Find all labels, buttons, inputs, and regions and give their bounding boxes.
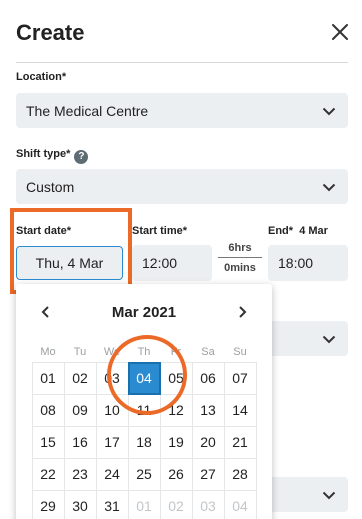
calendar-day[interactable]: 31 xyxy=(95,489,129,519)
calendar-day[interactable]: 07 xyxy=(223,361,257,395)
start-date-input[interactable]: Thu, 4 Mar xyxy=(16,246,123,280)
weekday-label: Su xyxy=(233,346,247,358)
end-date: 4 Mar xyxy=(299,225,328,237)
header-divider xyxy=(16,62,348,63)
duration-hours: 6hrs xyxy=(218,242,262,258)
end-label-text: End* xyxy=(268,225,294,237)
calendar-day[interactable]: 03 xyxy=(95,361,129,395)
shift-type-value: Custom xyxy=(26,178,75,195)
calendar-day[interactable]: 14 xyxy=(223,393,257,427)
chevron-right-icon[interactable] xyxy=(234,304,250,320)
weekday-label: Sa xyxy=(201,346,215,358)
hidden-select-1[interactable] xyxy=(262,321,348,356)
start-time-input[interactable]: 12:00 xyxy=(132,245,212,281)
shift-duration: 6hrs 0mins xyxy=(218,242,262,274)
calendar-day[interactable]: 28 xyxy=(223,457,257,491)
calendar-day[interactable]: 19 xyxy=(159,425,193,459)
calendar-day[interactable]: 02 xyxy=(63,361,97,395)
calendar-day[interactable]: 18 xyxy=(127,425,161,459)
calendar-day[interactable]: 02 xyxy=(159,489,193,519)
calendar-day[interactable]: 10 xyxy=(95,393,129,427)
help-icon[interactable]: ? xyxy=(74,150,89,164)
end-time-value: 18:00 xyxy=(278,255,314,271)
close-icon[interactable] xyxy=(330,22,350,42)
shift-type-label: Shift type*? xyxy=(16,148,89,164)
calendar-day[interactable]: 16 xyxy=(63,425,97,459)
chevron-down-icon xyxy=(322,335,336,343)
calendar-day[interactable]: 13 xyxy=(191,393,225,427)
shift-type-select[interactable]: Custom xyxy=(16,169,348,204)
duration-mins: 0mins xyxy=(224,262,256,274)
weekday-label: Mo xyxy=(40,346,56,358)
weekday-label: Tu xyxy=(73,346,87,358)
calendar-day[interactable]: 06 xyxy=(191,361,225,395)
chevron-down-icon xyxy=(322,183,336,191)
end-time-input[interactable]: 18:00 xyxy=(268,245,348,281)
calendar-day[interactable]: 05 xyxy=(159,361,193,395)
calendar-day[interactable]: 03 xyxy=(191,489,225,519)
calendar-day[interactable]: 01 xyxy=(31,361,65,395)
calendar-day[interactable]: 30 xyxy=(63,489,97,519)
start-time-label: Start time* xyxy=(132,225,188,237)
calendar-day[interactable]: 17 xyxy=(95,425,129,459)
calendar-day[interactable]: 08 xyxy=(31,393,65,427)
calendar-day[interactable]: 23 xyxy=(63,457,97,491)
calendar-day[interactable]: 25 xyxy=(127,457,161,491)
calendar-day[interactable]: 15 xyxy=(31,425,65,459)
calendar-day[interactable]: 04 xyxy=(223,489,257,519)
calendar-day[interactable]: 11 xyxy=(127,393,161,427)
calendar-day[interactable]: 09 xyxy=(63,393,97,427)
calendar-day[interactable]: 22 xyxy=(31,457,65,491)
location-label: Location* xyxy=(16,71,67,83)
weekday-label: Th xyxy=(137,346,151,358)
calendar-day[interactable]: 27 xyxy=(191,457,225,491)
location-select[interactable]: The Medical Centre xyxy=(16,93,348,128)
hidden-select-2[interactable] xyxy=(262,477,348,512)
weekday-label: Fr xyxy=(170,346,182,358)
weekday-label: We xyxy=(103,346,121,358)
calendar-day[interactable]: 20 xyxy=(191,425,225,459)
weekday-header: Mo Tu We Th Fr Sa Su xyxy=(32,346,256,358)
calendar-day[interactable]: 01 xyxy=(127,489,161,519)
date-picker-popup: Mar 2021 Mo Tu We Th Fr Sa Su 01 02 03 04 05 06 07 08… xyxy=(16,284,272,519)
calendar-day-selected[interactable]: 04 xyxy=(127,361,161,395)
calendar-day[interactable]: 12 xyxy=(159,393,193,427)
chevron-down-icon xyxy=(322,107,336,115)
end-label: End* 4 Mar xyxy=(268,225,328,237)
calendar-grid: 01 02 03 04 05 06 07 08 09 10 11 12 13 14 15 16 17 18 19 20… xyxy=(31,361,257,519)
chevron-down-icon xyxy=(322,491,336,499)
location-value: The Medical Centre xyxy=(26,102,149,119)
calendar-day[interactable]: 29 xyxy=(31,489,65,519)
page-title: Create xyxy=(16,20,85,45)
start-time-value: 12:00 xyxy=(142,255,178,271)
calendar-day[interactable]: 26 xyxy=(159,457,193,491)
calendar-day[interactable]: 24 xyxy=(95,457,129,491)
calendar-day[interactable]: 21 xyxy=(223,425,257,459)
shift-type-label-text: Shift type* xyxy=(16,148,71,160)
start-date-label: Start date* xyxy=(16,225,72,237)
